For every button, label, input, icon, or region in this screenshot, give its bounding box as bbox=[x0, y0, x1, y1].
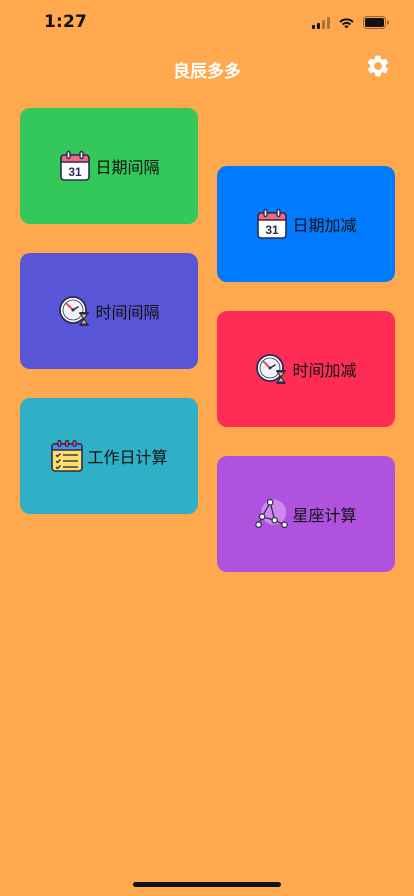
status-time: 1:27 bbox=[44, 12, 88, 32]
card-label: 日期间隔 bbox=[95, 158, 160, 177]
date-add-subtract-card[interactable]: 31 日期加减 bbox=[217, 166, 395, 282]
time-add-subtract-card[interactable]: 时间加减 bbox=[217, 311, 395, 427]
card-label: 日期加减 bbox=[292, 216, 357, 235]
home-indicator[interactable] bbox=[133, 882, 281, 887]
card-label: 星座计算 bbox=[292, 506, 357, 525]
constellation-icon bbox=[255, 497, 289, 531]
settings-button[interactable] bbox=[362, 52, 394, 84]
date-interval-card[interactable]: 31 日期间隔 bbox=[20, 108, 198, 224]
constellation-calculation-card[interactable]: 星座计算 bbox=[217, 456, 395, 572]
checklist-calendar-icon bbox=[50, 439, 84, 473]
status-bar: 1:27 bbox=[0, 0, 414, 46]
card-label: 工作日计算 bbox=[87, 448, 168, 467]
calendar-icon: 31 bbox=[58, 149, 92, 183]
card-label: 时间加减 bbox=[292, 361, 357, 380]
svg-text:31: 31 bbox=[266, 223, 280, 237]
time-interval-card[interactable]: 时间间隔 bbox=[20, 253, 198, 369]
calendar-icon: 31 bbox=[255, 207, 289, 241]
page-title: 良辰多多 bbox=[173, 62, 241, 82]
workday-calculation-card[interactable]: 工作日计算 bbox=[20, 398, 198, 514]
svg-text:31: 31 bbox=[69, 165, 83, 179]
nav-bar: 良辰多多 bbox=[0, 46, 414, 90]
signal-icon bbox=[312, 14, 330, 33]
status-indicators bbox=[312, 14, 390, 33]
wifi-icon bbox=[338, 14, 355, 33]
clock-hourglass-icon bbox=[58, 294, 92, 328]
clock-hourglass-icon bbox=[255, 352, 289, 386]
card-label: 时间间隔 bbox=[95, 303, 160, 322]
battery-icon bbox=[363, 14, 390, 33]
gear-icon bbox=[365, 53, 391, 83]
